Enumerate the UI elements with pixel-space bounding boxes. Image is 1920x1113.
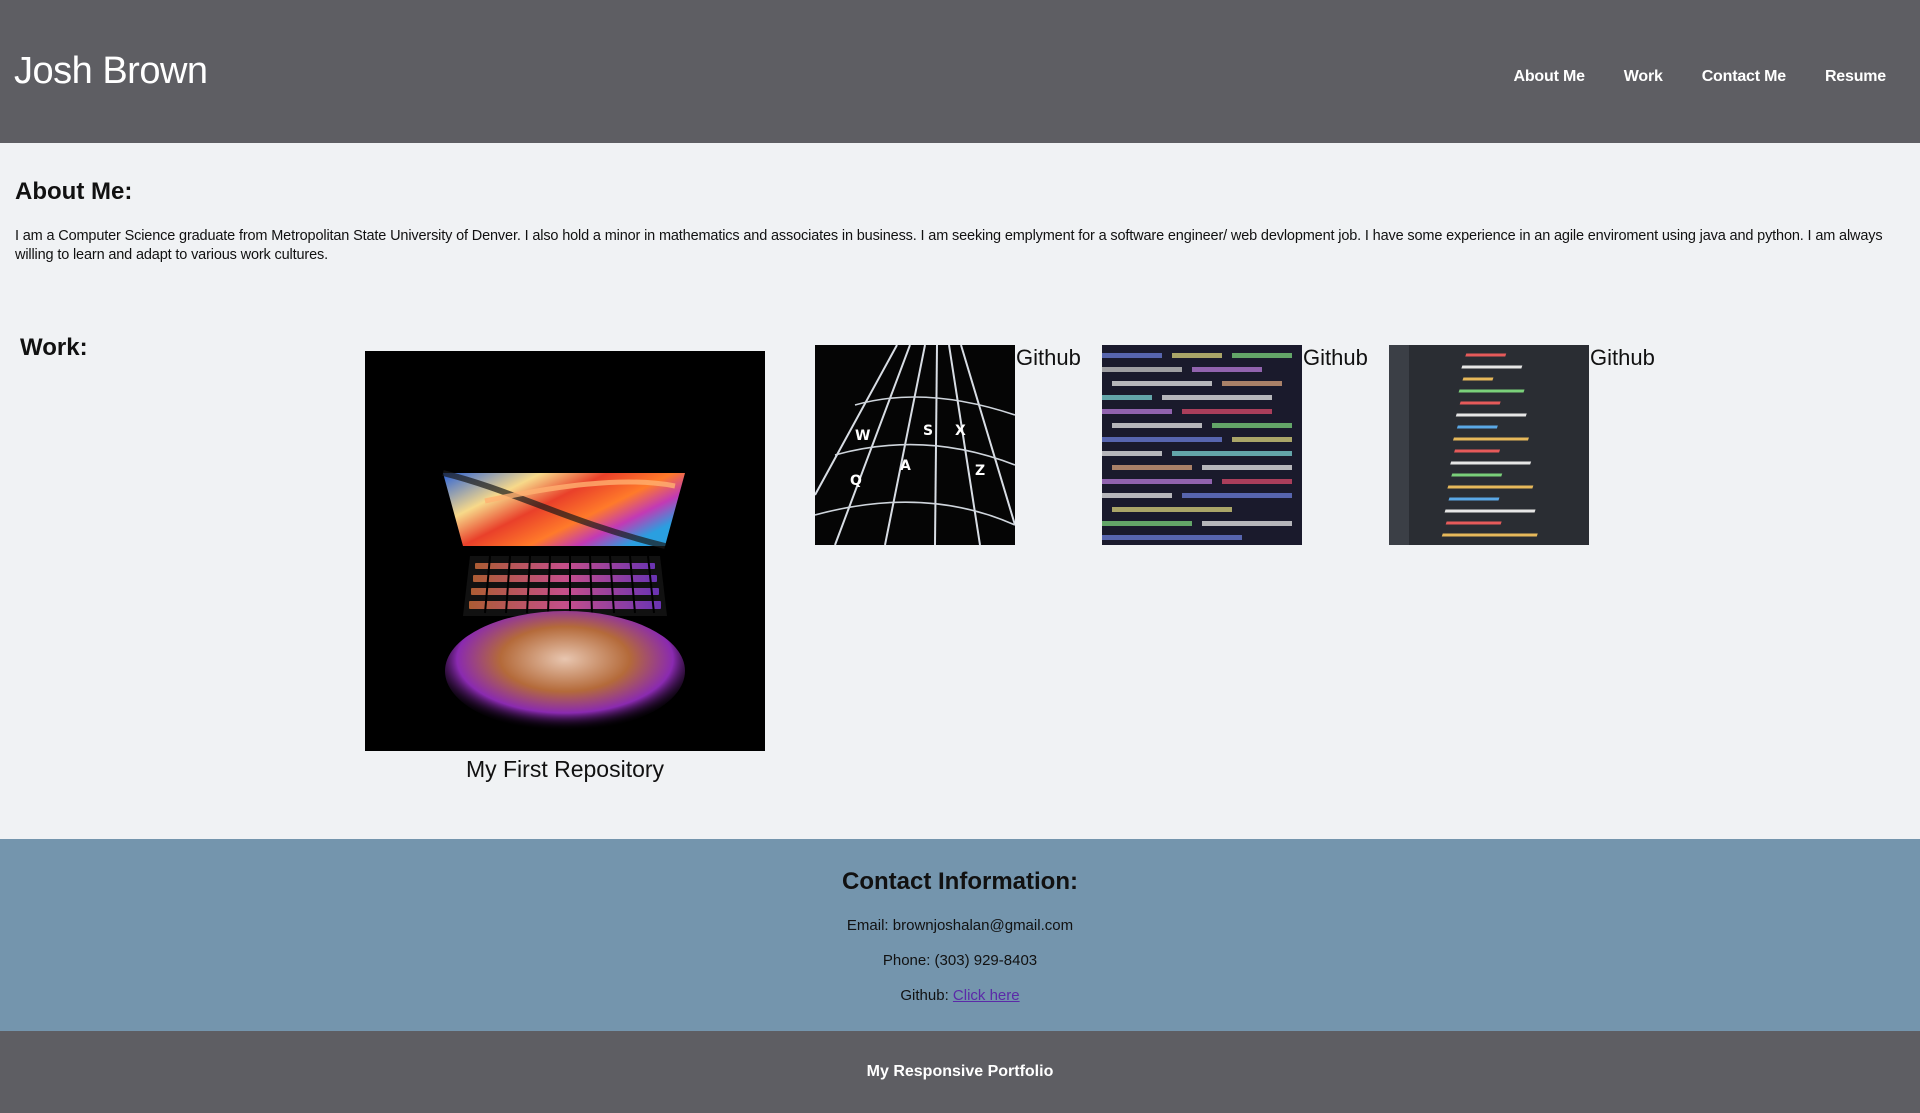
contact-phone: Phone: (303) 929-8403 [882, 952, 1038, 969]
svg-text:X: X [955, 423, 966, 439]
code-image-colorful[interactable] [1102, 345, 1302, 545]
main-project-caption[interactable]: My First Repository [365, 756, 765, 783]
svg-text:S: S [923, 423, 933, 439]
main-nav: About Me Work Contact Me Resume [1475, 68, 1887, 86]
nav-resume[interactable]: Resume [1825, 68, 1886, 86]
work-project-2[interactable]: Github [1102, 345, 1368, 545]
github-link-3[interactable]: Github [1590, 345, 1655, 371]
github-click-here-link[interactable]: Click here [953, 987, 1020, 1004]
laptop-image[interactable] [365, 351, 765, 751]
work-heading: Work: [20, 334, 88, 361]
contact-section: Contact Information: Email: brownjoshala… [0, 839, 1920, 1031]
svg-text:Q: Q [850, 473, 862, 489]
contact-email: Email: brownjoshalan@gmail.com [846, 917, 1074, 934]
code-image-dark[interactable] [1389, 345, 1589, 545]
footer-text: My Responsive Portfolio [866, 1063, 1054, 1080]
site-title: Josh Brown [14, 50, 208, 92]
nav-work[interactable]: Work [1624, 68, 1663, 86]
contact-github: Github: Click here [0, 987, 1920, 1004]
site-header: Josh Brown About Me Work Contact Me Resu… [0, 0, 1920, 143]
nav-contact-me[interactable]: Contact Me [1702, 68, 1786, 86]
work-project-3[interactable]: Github [1389, 345, 1655, 545]
svg-text:Z: Z [975, 463, 985, 479]
github-link-2[interactable]: Github [1303, 345, 1368, 371]
contact-heading: Contact Information: [842, 868, 1078, 895]
svg-text:W: W [855, 428, 870, 444]
nav-about-me[interactable]: About Me [1514, 68, 1585, 86]
about-text: I am a Computer Science graduate from Me… [15, 228, 1883, 263]
work-main-project[interactable]: My First Repository [365, 351, 765, 783]
work-project-1[interactable]: Q A W S X Z Github [815, 345, 1081, 545]
site-footer: My Responsive Portfolio [0, 1031, 1920, 1113]
github-link-1[interactable]: Github [1016, 345, 1081, 371]
svg-text:A: A [900, 458, 911, 474]
about-heading: About Me: [15, 178, 133, 205]
keyboard-image[interactable]: Q A W S X Z [815, 345, 1015, 545]
contact-github-label: Github: [900, 987, 949, 1004]
